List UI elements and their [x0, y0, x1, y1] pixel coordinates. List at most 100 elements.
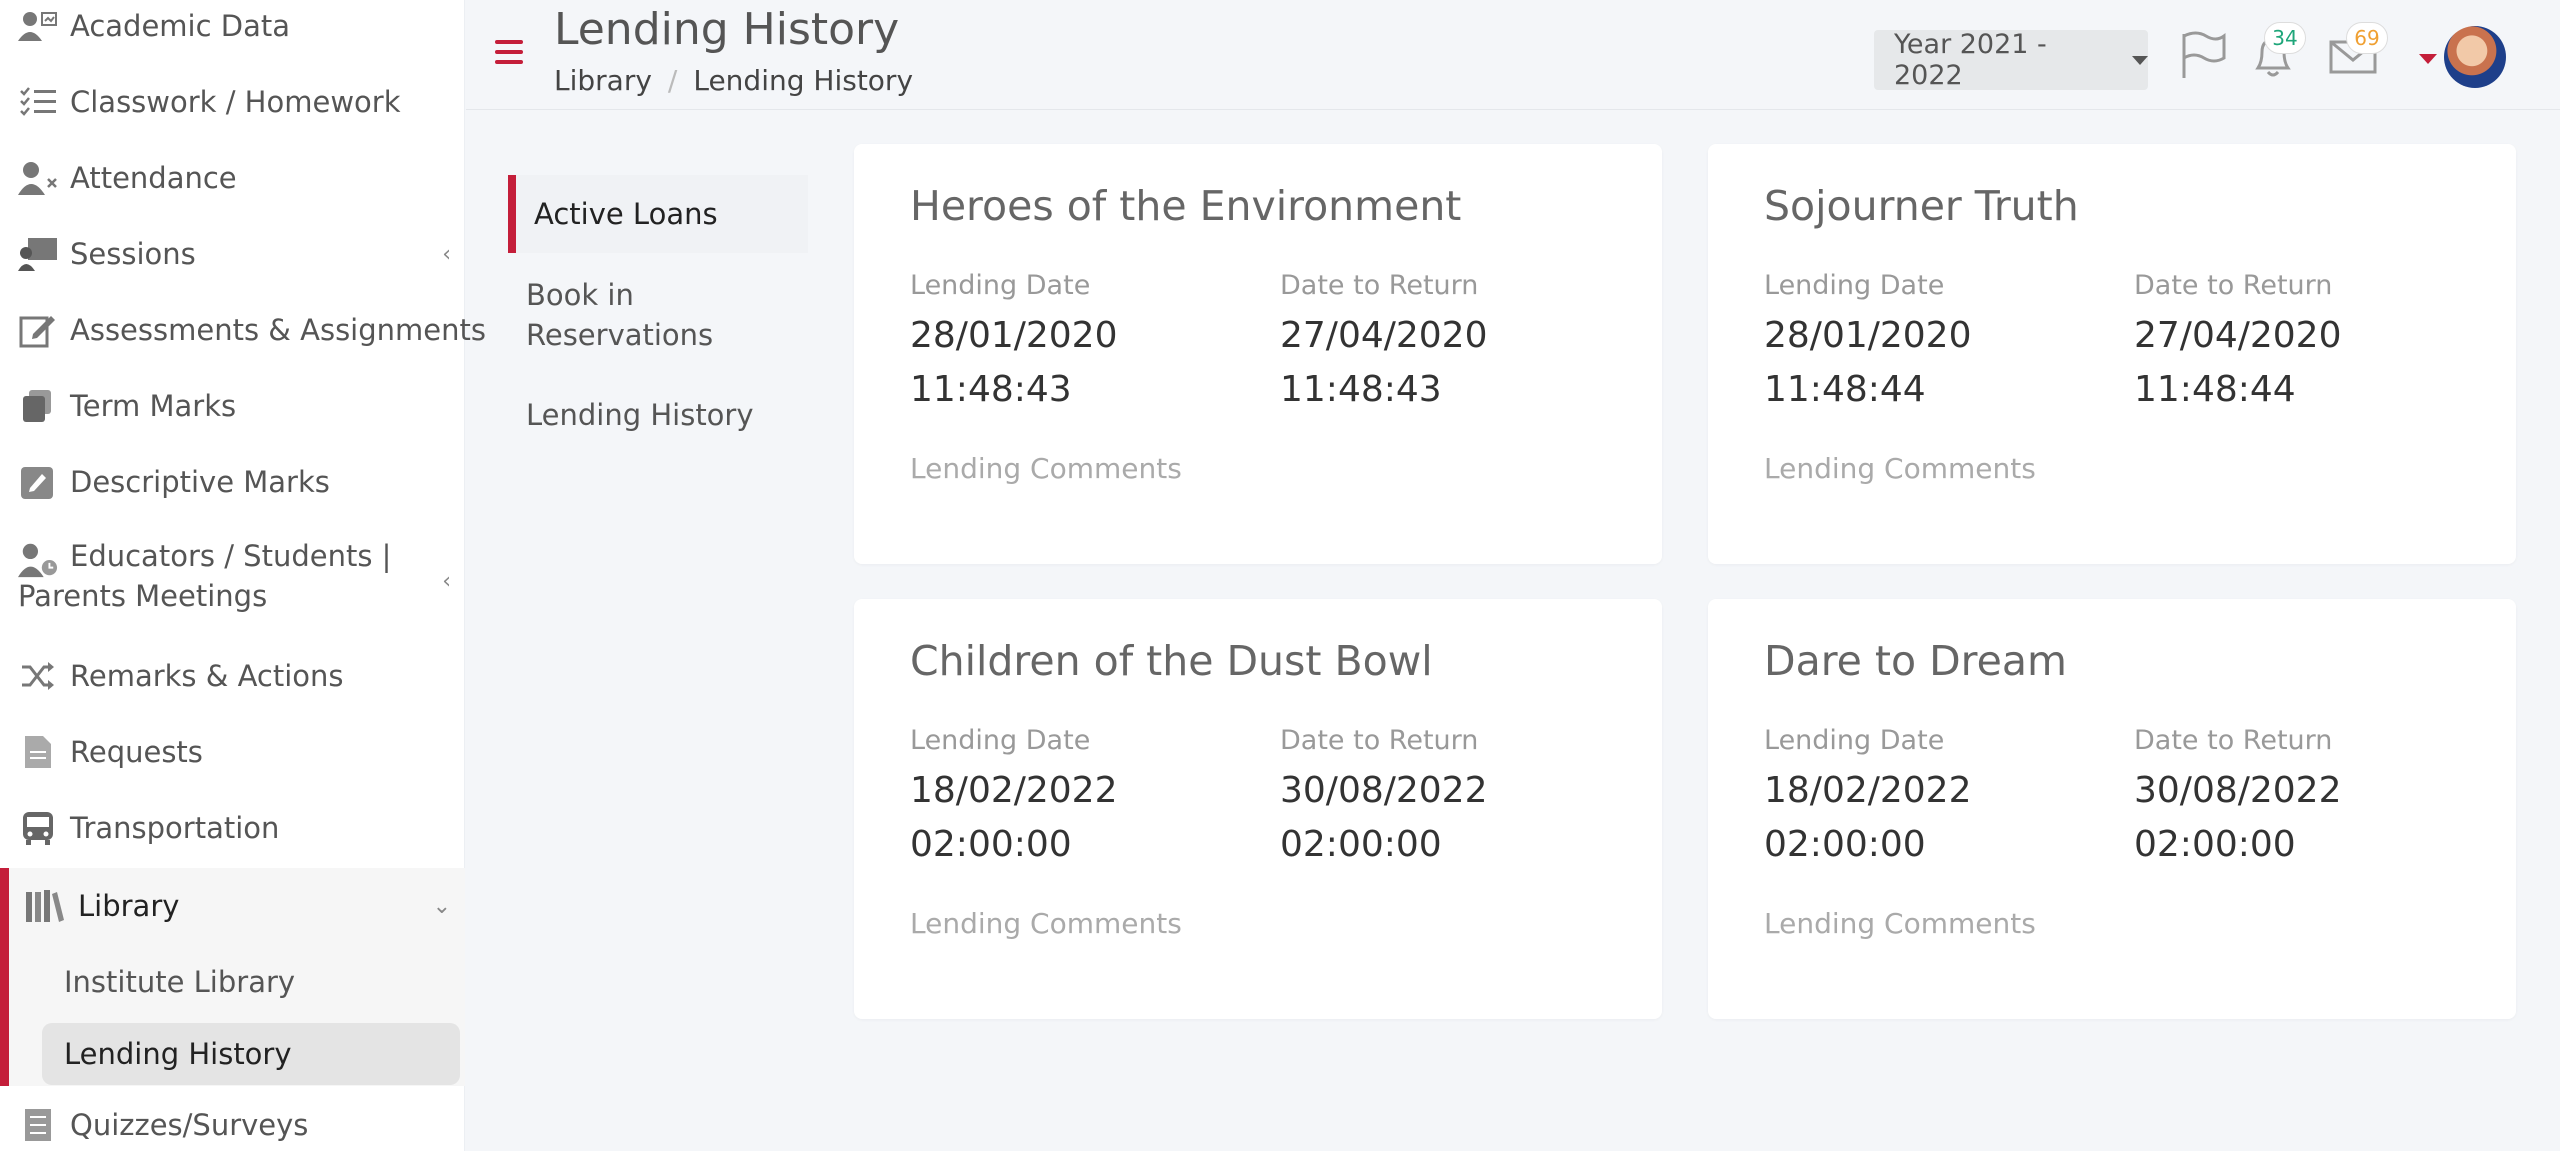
sidebar-item-label: Term Marks: [70, 389, 237, 423]
presentation-icon: [18, 234, 58, 274]
sidebar-item-remarks[interactable]: Remarks & Actions: [0, 654, 465, 698]
academic-data-icon: [18, 6, 58, 46]
sidebar: Academic Data Classwork / Homework Atten…: [0, 0, 486, 1151]
return-date-label: Date to Return: [2134, 725, 2333, 756]
tab-active-loans[interactable]: Active Loans: [508, 175, 808, 253]
books-icon: [24, 886, 64, 926]
lending-comments-label: Lending Comments: [1764, 452, 2036, 485]
return-date-field: Date to Return 30/08/2022 02:00:00: [2134, 725, 2474, 872]
return-date-field: Date to Return 30/08/2022 02:00:00: [1280, 725, 1620, 872]
caret-down-icon: [2132, 55, 2148, 65]
lending-date-label: Lending Date: [1764, 270, 1945, 301]
return-date-label: Date to Return: [1280, 270, 1479, 301]
sidebar-item-label: Library: [78, 889, 180, 923]
lending-date-label: Lending Date: [910, 270, 1091, 301]
loan-card: Heroes of the Environment Lending Date 2…: [854, 144, 1662, 564]
return-date-value: 30/08/2022: [2134, 770, 2342, 811]
year-select-value: Year 2021 - 2022: [1894, 29, 2047, 91]
return-time-value: 02:00:00: [2134, 824, 2296, 865]
shuffle-icon: [18, 656, 58, 696]
sidebar-item-sessions[interactable]: Sessions ‹: [0, 232, 465, 276]
sidebar-item-transportation[interactable]: Transportation: [0, 806, 465, 850]
book-title: Dare to Dream: [1764, 637, 2067, 685]
book-title: Children of the Dust Bowl: [910, 637, 1433, 685]
lending-time-value: 11:48:43: [910, 369, 1072, 410]
lending-date-label: Lending Date: [1764, 725, 1945, 756]
sidebar-item-attendance[interactable]: Attendance: [0, 156, 465, 200]
sidebar-item-label-line1: Educators / Students |: [70, 539, 392, 573]
lending-date-field: Lending Date 18/02/2022 02:00:00: [1764, 725, 2104, 872]
quiz-list-icon: [18, 1105, 58, 1145]
sidebar-item-label: Attendance: [70, 161, 237, 195]
sidebar-item-assessments[interactable]: Assessments & Assignments: [0, 308, 486, 352]
book-title: Heroes of the Environment: [910, 182, 1462, 230]
document-icon: [18, 732, 58, 772]
return-date-field: Date to Return 27/04/2020 11:48:44: [2134, 270, 2474, 417]
flag-icon[interactable]: [2178, 30, 2228, 80]
sidebar-subitem-lending-history[interactable]: Lending History: [42, 1023, 460, 1085]
sidebar-item-classwork[interactable]: Classwork / Homework: [0, 80, 465, 124]
breadcrumb-library[interactable]: Library: [554, 64, 652, 97]
messages-badge: 69: [2346, 22, 2388, 54]
lending-date-value: 18/02/2022: [910, 770, 1118, 811]
loan-card: Sojourner Truth Lending Date 28/01/2020 …: [1708, 144, 2516, 564]
sidebar-item-term-marks[interactable]: Term Marks: [0, 384, 465, 428]
sidebar-item-library[interactable]: Library ⌄: [0, 884, 465, 928]
user-menu-caret-icon[interactable]: [2419, 54, 2437, 64]
year-select[interactable]: Year 2021 - 2022: [1874, 29, 2148, 91]
return-date-value: 27/04/2020: [2134, 315, 2342, 356]
return-time-value: 11:48:43: [1280, 369, 1442, 410]
return-time-value: 11:48:44: [2134, 369, 2296, 410]
return-time-value: 02:00:00: [1280, 824, 1442, 865]
lending-time-value: 11:48:44: [1764, 369, 1926, 410]
loan-card: Dare to Dream Lending Date 18/02/2022 02…: [1708, 599, 2516, 1019]
tab-book-in-reservations[interactable]: Book in Reservations: [508, 275, 808, 355]
return-date-label: Date to Return: [2134, 270, 2333, 301]
avatar[interactable]: [2444, 26, 2506, 88]
lending-comments-label: Lending Comments: [1764, 907, 2036, 940]
sidebar-item-quizzes[interactable]: Quizzes/Surveys: [0, 1103, 465, 1147]
return-date-value: 27/04/2020: [1280, 315, 1488, 356]
lending-time-value: 02:00:00: [1764, 824, 1926, 865]
lending-date-value: 28/01/2020: [1764, 315, 1972, 356]
return-date-label: Date to Return: [1280, 725, 1479, 756]
user-x-icon: [18, 158, 58, 198]
chevron-left-icon: ‹: [442, 241, 451, 267]
sidebar-item-label: Classwork / Homework: [70, 85, 401, 119]
sidebar-item-label: Remarks & Actions: [70, 659, 344, 693]
breadcrumb-separator: /: [667, 64, 678, 97]
bus-icon: [18, 808, 58, 848]
sidebar-item-academic-data[interactable]: Academic Data: [0, 4, 465, 48]
lending-date-field: Lending Date 28/01/2020 11:48:44: [1764, 270, 2104, 417]
sidebar-item-label: Assessments & Assignments: [70, 313, 486, 347]
sidebar-item-label: Transportation: [70, 811, 280, 845]
lending-comments-label: Lending Comments: [910, 907, 1182, 940]
return-date-field: Date to Return 27/04/2020 11:48:43: [1280, 270, 1620, 417]
chevron-left-icon: ‹: [442, 568, 451, 594]
breadcrumb: Library / Lending History: [554, 64, 913, 97]
page-title: Lending History: [554, 4, 900, 55]
sidebar-item-label: Academic Data: [70, 9, 291, 43]
loan-card: Children of the Dust Bowl Lending Date 1…: [854, 599, 1662, 1019]
hamburger-menu-icon[interactable]: [495, 40, 523, 64]
checklist-icon: [18, 82, 58, 122]
lending-date-field: Lending Date 28/01/2020 11:48:43: [910, 270, 1250, 417]
tab-label-line1: Book in: [526, 278, 634, 312]
lending-date-label: Lending Date: [910, 725, 1091, 756]
lending-comments-label: Lending Comments: [910, 452, 1182, 485]
copy-icon: [18, 386, 58, 426]
sidebar-subitem-institute-library[interactable]: Institute Library: [42, 951, 460, 1013]
tab-label-line2: Reservations: [526, 318, 714, 352]
lending-date-field: Lending Date 18/02/2022 02:00:00: [910, 725, 1250, 872]
tab-label: Lending History: [526, 398, 754, 432]
tab-lending-history[interactable]: Lending History: [508, 395, 808, 435]
sidebar-item-requests[interactable]: Requests: [0, 730, 465, 774]
sidebar-item-label: Quizzes/Surveys: [70, 1108, 309, 1142]
sidebar-item-meetings[interactable]: Educators / Students | Parents Meetings …: [0, 536, 465, 626]
book-title: Sojourner Truth: [1764, 182, 2079, 230]
lending-date-value: 28/01/2020: [910, 315, 1118, 356]
tab-label: Active Loans: [534, 197, 718, 231]
sidebar-item-descriptive-marks[interactable]: Descriptive Marks: [0, 460, 465, 504]
pencil-note-icon: [18, 462, 58, 502]
lending-time-value: 02:00:00: [910, 824, 1072, 865]
